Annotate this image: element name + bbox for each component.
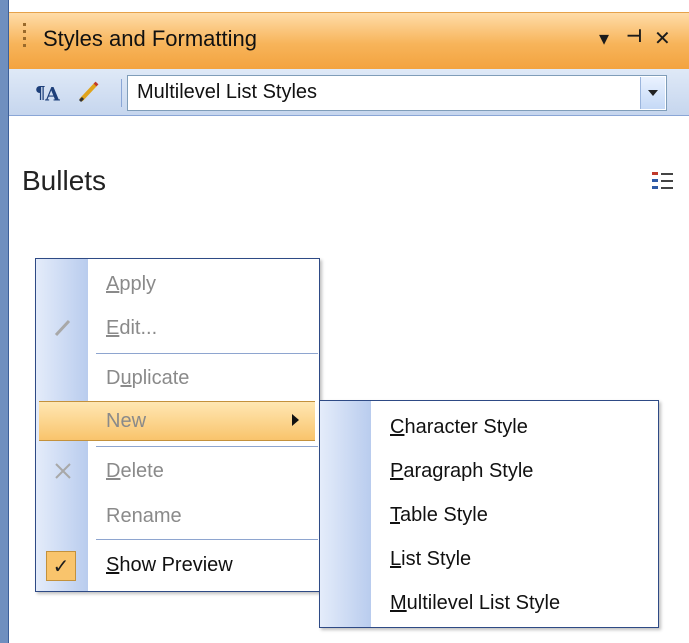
toolbar-separator <box>121 79 122 107</box>
delete-x-icon <box>50 458 76 484</box>
submenu-item-list-style[interactable]: List Style <box>390 548 471 571</box>
checkmark-icon: ✓ <box>46 551 76 581</box>
task-pane-titlebar[interactable]: Styles and Formatting ▾ ⊣ ✕ <box>9 12 689 70</box>
menu-item-delete[interactable]: Delete <box>36 452 319 490</box>
submenu-item-table-style[interactable]: Table Style <box>390 504 488 527</box>
style-filter-dropdown[interactable]: Multilevel List Styles <box>127 75 667 111</box>
chevron-down-icon <box>648 90 658 96</box>
styles-formatting-window: Styles and Formatting ▾ ⊣ ✕ ¶ A Multilev… <box>0 0 689 643</box>
window-left-edge <box>0 0 8 643</box>
menu-separator <box>96 353 318 354</box>
pilcrow-a-icon[interactable]: ¶ A <box>35 78 63 106</box>
submenu-icon-gutter <box>320 401 371 627</box>
pencil-icon <box>50 315 76 341</box>
menu-item-edit[interactable]: Edit... <box>36 309 319 347</box>
submenu-item-multilevel-list-style[interactable]: Multilevel List Style <box>390 592 560 615</box>
menu-separator <box>96 446 318 447</box>
svg-text:A: A <box>44 83 60 105</box>
task-pane-menu-icon[interactable]: ▾ <box>599 26 609 50</box>
menu-separator <box>96 539 318 540</box>
styles-toolbar: ¶ A Multilevel List Styles <box>9 69 689 116</box>
pencil-icon[interactable] <box>75 78 103 106</box>
svg-text:¶: ¶ <box>35 83 46 103</box>
task-pane-title: Styles and Formatting <box>43 26 257 51</box>
drag-grip-icon[interactable] <box>23 23 27 55</box>
numbered-list-icon <box>650 168 676 194</box>
style-filter-value: Multilevel List Styles <box>137 81 318 103</box>
pin-icon[interactable]: ⊣ <box>626 26 642 47</box>
menu-item-new[interactable]: New <box>39 401 315 441</box>
new-style-submenu: Character Style Paragraph Style Table St… <box>319 400 659 628</box>
menu-item-rename[interactable]: Rename <box>36 497 319 535</box>
menu-item-apply[interactable]: Apply <box>36 265 319 303</box>
close-icon[interactable]: ✕ <box>654 26 671 50</box>
context-menu: Apply Edit... Duplicate New Delete Renam… <box>35 258 320 592</box>
menu-item-show-preview[interactable]: ✓ Show Preview <box>36 546 319 584</box>
submenu-item-character-style[interactable]: Character Style <box>390 416 528 439</box>
dropdown-arrow-button[interactable] <box>640 77 665 109</box>
submenu-arrow-icon <box>292 414 299 426</box>
style-item-bullets[interactable]: Bullets <box>22 165 106 197</box>
menu-item-duplicate[interactable]: Duplicate <box>36 359 319 397</box>
submenu-item-paragraph-style[interactable]: Paragraph Style <box>390 460 533 483</box>
